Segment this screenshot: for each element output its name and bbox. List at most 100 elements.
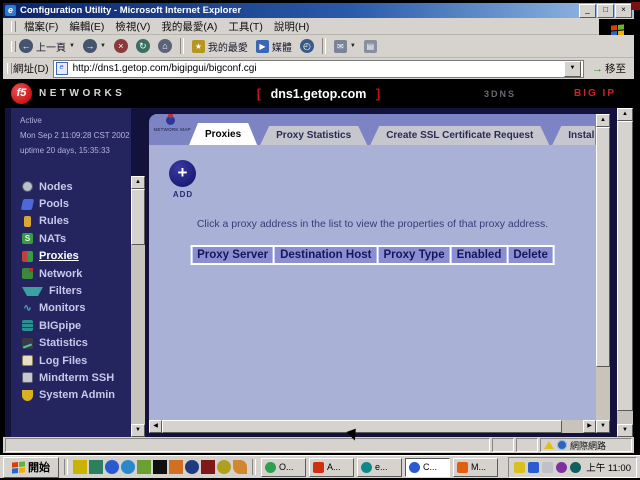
quick-launch-icon[interactable]: [233, 460, 247, 474]
menu-view[interactable]: 檢視(V): [115, 19, 150, 34]
minimize-button[interactable]: _: [579, 4, 596, 18]
quick-launch-icon[interactable]: [105, 460, 119, 474]
sidebar-item-filters[interactable]: Filters: [11, 282, 131, 299]
maximize-button[interactable]: □: [597, 4, 614, 18]
scroll-down-icon[interactable]: ▼: [596, 420, 610, 433]
print-button[interactable]: ▤: [362, 39, 379, 54]
favorites-button[interactable]: ★ 我的最愛: [190, 38, 250, 55]
tab-create-ssl-certificate-request[interactable]: Create SSL Certificate Request: [370, 126, 549, 145]
menu-help[interactable]: 說明(H): [274, 19, 310, 34]
forward-icon: →: [83, 39, 97, 53]
sidebar-item-monitors[interactable]: ∿ Monitors: [11, 300, 131, 317]
quick-launch-icon[interactable]: [185, 460, 199, 474]
taskbar-window-button[interactable]: e...: [357, 458, 402, 477]
quick-launch-icon[interactable]: [73, 460, 87, 474]
sidebar-item-proxies[interactable]: Proxies: [11, 248, 131, 265]
back-button[interactable]: ← 上一頁 ▼: [17, 38, 77, 55]
start-button[interactable]: 開始: [3, 457, 59, 478]
address-dropdown-icon[interactable]: ▼: [564, 61, 581, 77]
refresh-button[interactable]: ↻: [134, 38, 152, 54]
system-info: Active Mon Sep 2 11:09:28 CST 2002 uptim…: [11, 108, 131, 158]
quick-launch-icon[interactable]: [217, 460, 231, 474]
scroll-down-icon[interactable]: ▼: [617, 424, 633, 437]
address-input[interactable]: [71, 62, 561, 75]
quick-launch-icon[interactable]: [201, 460, 215, 474]
sidebar-item-bigpipe[interactable]: BIGpipe: [11, 317, 131, 334]
add-button[interactable]: +: [169, 160, 196, 187]
scroll-up-icon[interactable]: ▲: [596, 114, 610, 127]
menu-tools[interactable]: 工具(T): [228, 19, 262, 34]
sidebar-item-log-files[interactable]: Log Files: [11, 352, 131, 369]
menu-file[interactable]: 檔案(F): [24, 19, 58, 34]
sidebar-item-mindterm-ssh[interactable]: Mindterm SSH: [11, 369, 131, 386]
mail-button[interactable]: ✉ ▼: [332, 39, 358, 54]
media-button[interactable]: ▶ 媒體: [254, 38, 294, 55]
stop-button[interactable]: ×: [112, 38, 130, 54]
scroll-down-icon[interactable]: ▼: [131, 424, 145, 437]
sidebar-scrollbar[interactable]: ▲ ▼: [131, 176, 145, 437]
sidebar-item-pools[interactable]: Pools: [11, 195, 131, 212]
browser-toolbar: ← 上一頁 ▼ → ▼ × ↻ ⌂ ★ 我的最愛 ▶ 媒體 ◴: [3, 35, 634, 58]
tab-band: NETWORK MAP Proxies Proxy Statistics Cre…: [149, 114, 596, 145]
taskbar-window-button[interactable]: M...: [453, 458, 498, 477]
quick-launch-icon[interactable]: [169, 460, 183, 474]
menu-favorites[interactable]: 我的最愛(A): [161, 19, 217, 34]
zone-label: 網際網路: [570, 439, 606, 452]
tab-proxies[interactable]: Proxies: [189, 123, 257, 145]
close-button[interactable]: ×: [615, 4, 632, 18]
scrollbar-thumb[interactable]: [617, 121, 633, 411]
menu-bar: 檔案(F) 編輯(E) 檢視(V) 我的最愛(A) 工具(T) 說明(H): [3, 18, 634, 35]
home-button[interactable]: ⌂: [156, 38, 174, 54]
mail-dropdown-icon[interactable]: ▼: [350, 43, 356, 49]
quick-launch-icon[interactable]: [153, 460, 167, 474]
history-button[interactable]: ◴: [298, 38, 316, 54]
sidebar-item-nats[interactable]: S NATs: [11, 230, 131, 247]
scroll-left-icon[interactable]: ◀: [149, 420, 162, 433]
scroll-right-icon[interactable]: ▶: [583, 420, 596, 433]
back-dropdown-icon[interactable]: ▼: [69, 43, 75, 49]
content-vscrollbar[interactable]: ▲ ▼: [596, 114, 610, 433]
scrollbar-thumb[interactable]: [596, 127, 610, 367]
quick-launch-icon[interactable]: [89, 460, 103, 474]
monitors-icon: ∿: [22, 303, 33, 314]
brand-name: NETWORKS: [39, 88, 125, 99]
go-button[interactable]: → 移至: [588, 61, 630, 76]
app-icon: [409, 462, 420, 473]
app-icon: [361, 462, 372, 473]
sidebar-item-nodes[interactable]: Nodes: [11, 178, 131, 195]
tray-icon[interactable]: [556, 462, 567, 473]
capture-artifact: [631, 2, 640, 10]
tab-proxy-statistics[interactable]: Proxy Statistics: [260, 126, 367, 145]
taskbar-separator: [252, 459, 256, 475]
taskbar-window-button[interactable]: A...: [309, 458, 354, 477]
network-map-button[interactable]: NETWORK MAP: [152, 116, 188, 133]
window-title: Configuration Utility - Microsoft Intern…: [20, 5, 578, 16]
sidebar-item-rules[interactable]: Rules: [11, 213, 131, 230]
sidebar-item-system-admin[interactable]: System Admin: [11, 387, 131, 404]
col-proxy-type: Proxy Type: [377, 246, 450, 264]
tray-icon[interactable]: [570, 462, 581, 473]
scrollbar-thumb[interactable]: [131, 189, 145, 245]
sidebar-item-network[interactable]: Network: [11, 265, 131, 282]
quick-launch: [73, 460, 247, 474]
tray-icon[interactable]: [514, 462, 525, 473]
quick-launch-icon[interactable]: [137, 460, 151, 474]
quick-launch-icon[interactable]: [121, 460, 135, 474]
taskbar-window-button[interactable]: O...: [261, 458, 306, 477]
taskbar-window-button-active[interactable]: C...: [405, 458, 450, 477]
forward-dropdown-icon[interactable]: ▼: [100, 43, 106, 49]
menu-edit[interactable]: 編輯(E): [69, 19, 104, 34]
tray-icon[interactable]: [528, 462, 539, 473]
tab-install-ssl-certificate[interactable]: Install SSL Certif: [552, 126, 595, 145]
sidebar-item-statistics[interactable]: Statistics: [11, 335, 131, 352]
content-hscrollbar[interactable]: ◀ ▶: [149, 420, 596, 433]
brand-header: f5 NETWORKS [ dns1.getop.com ] 3DNS BIG …: [3, 79, 634, 108]
scroll-up-icon[interactable]: ▲: [617, 108, 633, 121]
browser-vscrollbar[interactable]: ▲ ▼: [617, 108, 633, 437]
toolbar-separator: [180, 38, 184, 54]
scrollbar-thumb[interactable]: [162, 420, 562, 433]
tray-icon[interactable]: [542, 462, 553, 473]
log-files-icon: [22, 355, 33, 366]
scroll-up-icon[interactable]: ▲: [131, 176, 145, 189]
forward-button[interactable]: → ▼: [81, 38, 108, 54]
